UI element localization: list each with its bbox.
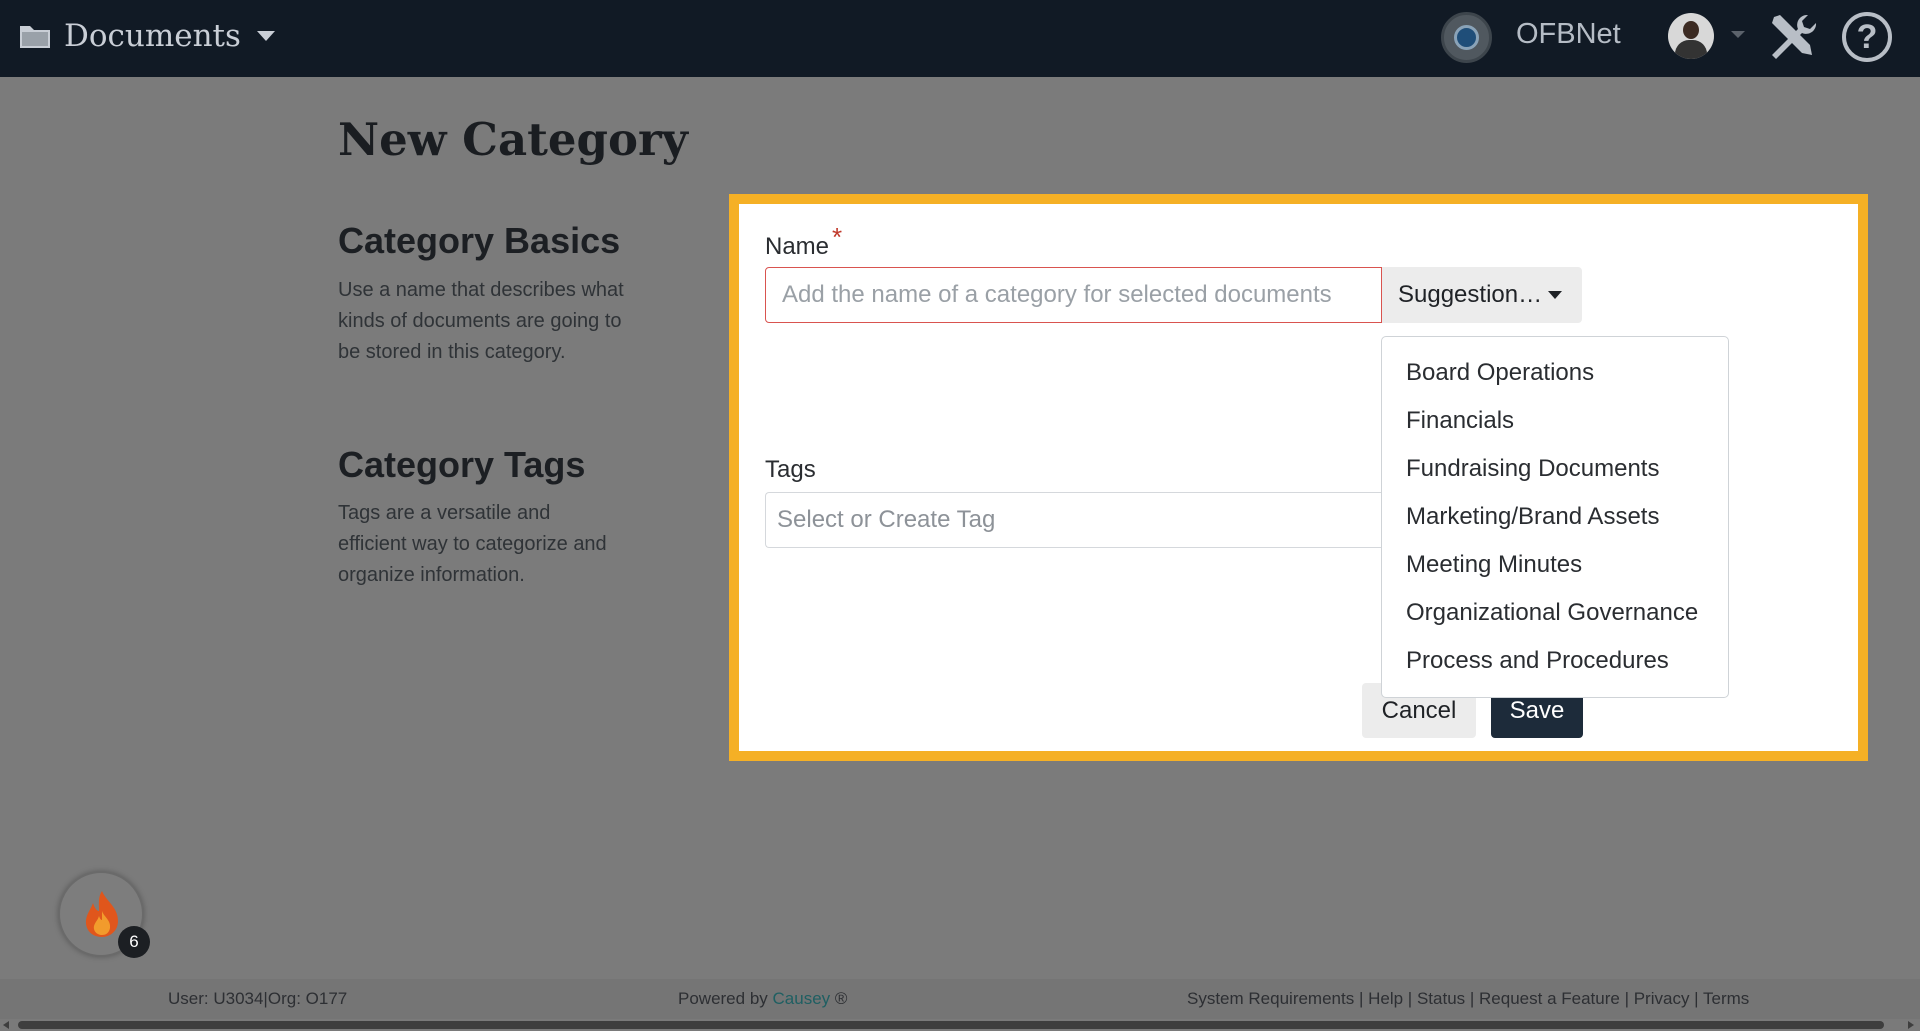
avatar[interactable] bbox=[1668, 13, 1714, 59]
suggestion-item[interactable]: Process and Procedures bbox=[1382, 637, 1728, 685]
causey-link[interactable]: Causey bbox=[773, 989, 831, 1008]
category-form-card: Name* Suggestion… Tags Cancel Save Board… bbox=[729, 194, 1868, 761]
footer-links: System Requirements | Help | Status | Re… bbox=[1187, 989, 1750, 1008]
suggestion-item[interactable]: Organizational Governance bbox=[1382, 589, 1728, 637]
app-title: Documents bbox=[64, 18, 241, 54]
scroll-right-arrow-icon[interactable] bbox=[1908, 1021, 1914, 1029]
horizontal-scrollbar[interactable] bbox=[0, 1019, 1920, 1031]
footer-link-terms[interactable]: Terms bbox=[1703, 989, 1749, 1008]
footer-user-info: User: U3034|Org: O177 bbox=[168, 989, 348, 1008]
footer-powered-by: Powered by Causey ® bbox=[678, 989, 848, 1008]
suggestion-item[interactable]: Marketing/Brand Assets bbox=[1382, 493, 1728, 541]
suggestion-dropdown-menu: Board Operations Financials Fundraising … bbox=[1381, 336, 1729, 698]
scroll-left-arrow-icon[interactable] bbox=[3, 1021, 9, 1029]
category-tags-description: Tags are a versatile and efficient way t… bbox=[338, 502, 607, 586]
org-logo[interactable] bbox=[1441, 12, 1492, 63]
footer-link-request-feature[interactable]: Request a Feature bbox=[1479, 989, 1620, 1008]
help-icon[interactable]: ? bbox=[1842, 12, 1892, 62]
scrollbar-thumb[interactable] bbox=[18, 1021, 1884, 1029]
tags-input[interactable] bbox=[765, 492, 1382, 548]
suggestion-item[interactable]: Fundraising Documents bbox=[1382, 445, 1728, 493]
footer-link-privacy[interactable]: Privacy bbox=[1634, 989, 1690, 1008]
suggestion-item[interactable]: Board Operations bbox=[1382, 349, 1728, 397]
footer: User: U3034|Org: O177 Powered by Causey … bbox=[0, 979, 1920, 1019]
suggestion-item[interactable]: Meeting Minutes bbox=[1382, 541, 1728, 589]
tools-icon[interactable] bbox=[1766, 11, 1818, 63]
suggestion-item[interactable]: Financials bbox=[1382, 397, 1728, 445]
user-menu-caret-icon[interactable] bbox=[1731, 31, 1745, 38]
page-title: New Category bbox=[338, 113, 688, 166]
category-basics-heading: Category Basics bbox=[338, 220, 621, 261]
folder-icon bbox=[20, 26, 50, 48]
name-label: Name * bbox=[765, 222, 843, 260]
top-navbar: Documents OFBNet ? bbox=[0, 0, 1920, 77]
caret-down-icon bbox=[256, 31, 275, 41]
footer-link-system-requirements[interactable]: System Requirements bbox=[1187, 989, 1354, 1008]
org-name[interactable]: OFBNet bbox=[1516, 18, 1621, 51]
caret-down-icon bbox=[1548, 291, 1562, 299]
required-marker: * bbox=[832, 222, 843, 252]
app-switcher[interactable]: Documents bbox=[18, 18, 275, 54]
tags-label: Tags bbox=[765, 456, 816, 483]
footer-link-help[interactable]: Help bbox=[1368, 989, 1403, 1008]
notification-count-badge: 6 bbox=[118, 926, 150, 958]
fire-icon bbox=[85, 891, 118, 937]
category-name-input[interactable] bbox=[765, 267, 1382, 323]
footer-link-status[interactable]: Status bbox=[1417, 989, 1465, 1008]
category-basics-description: Use a name that describes what kinds of … bbox=[338, 279, 624, 363]
suggestion-dropdown-button[interactable]: Suggestion… bbox=[1382, 267, 1582, 323]
category-tags-heading: Category Tags bbox=[338, 444, 586, 485]
